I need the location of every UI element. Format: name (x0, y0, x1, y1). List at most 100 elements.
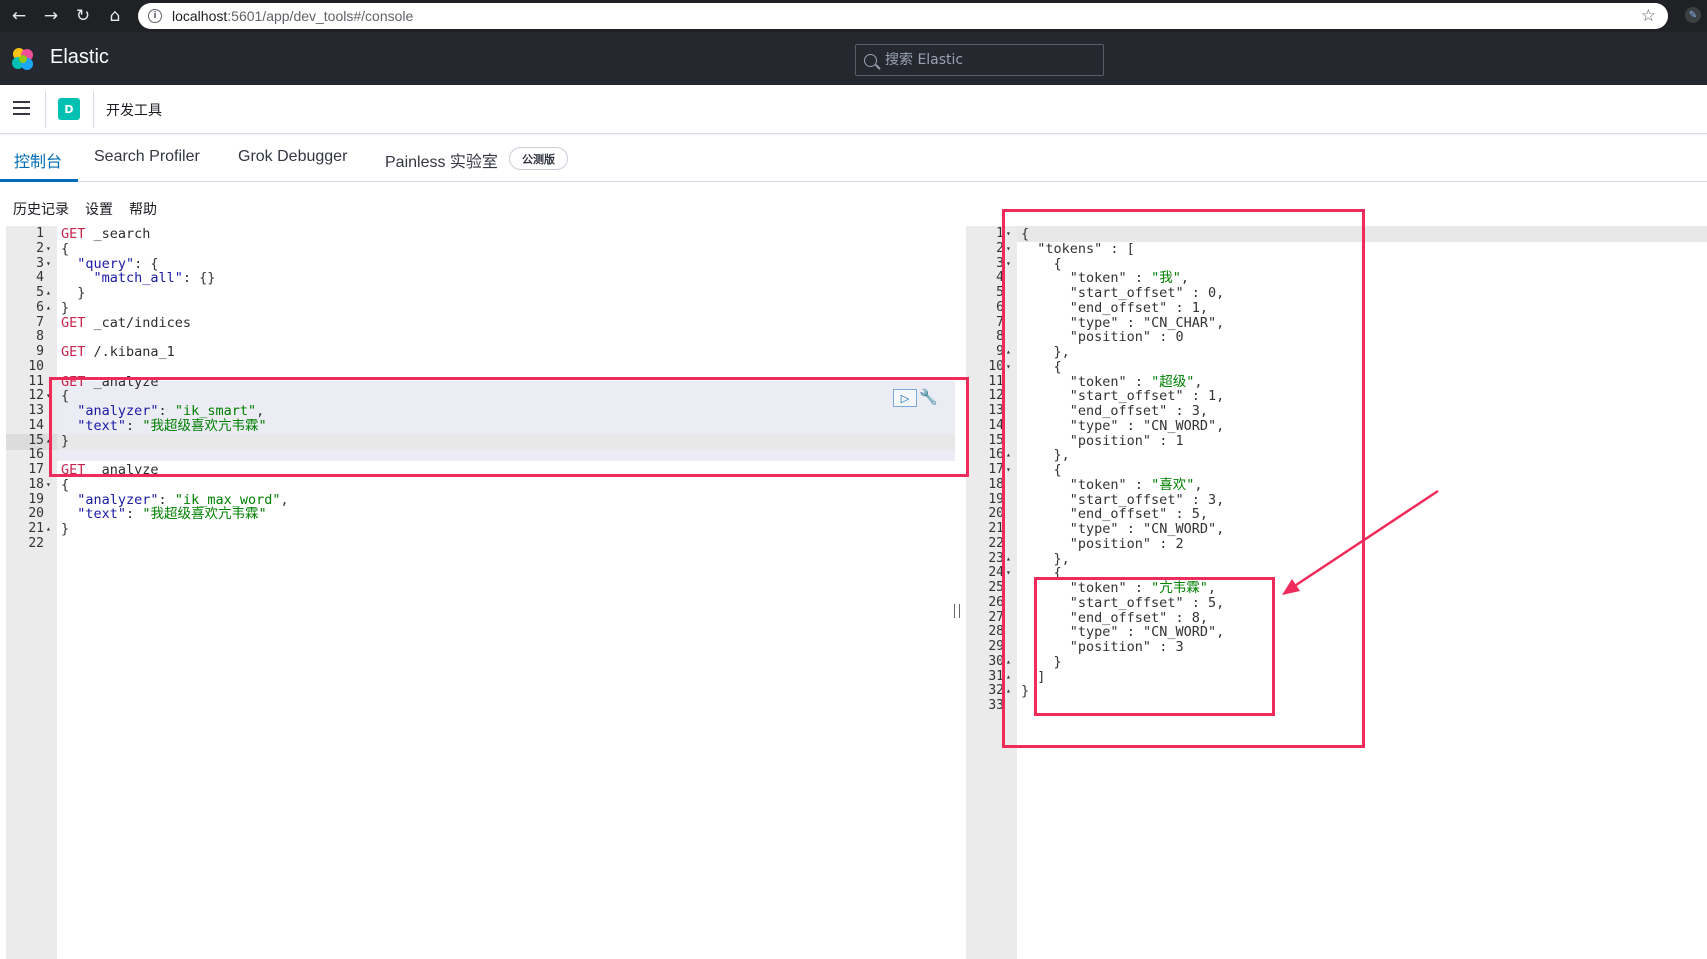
line-number: 15 (988, 432, 1004, 448)
line-number: 5 (36, 285, 44, 300)
line-number: 13 (28, 403, 44, 418)
code-line: } (61, 285, 85, 301)
code-token: : (126, 506, 143, 523)
tab-grok-debugger[interactable]: Grok Debugger (238, 148, 347, 166)
line-number: 10 (988, 358, 1004, 374)
code-token: : { (134, 255, 159, 272)
line-number: 22 (988, 535, 1004, 551)
extension-icon[interactable]: ✎ (1685, 7, 1701, 23)
fold-open-icon[interactable]: ▾ (46, 477, 51, 493)
menu-settings[interactable]: 设置 (85, 199, 113, 219)
url-host: localhost (172, 8, 228, 24)
space-avatar[interactable]: D (58, 98, 80, 120)
code-line: GET /.kibana_1 (61, 344, 175, 360)
kibana-header: Elastic (0, 32, 1707, 85)
line-number: 9 (36, 344, 44, 359)
search-input[interactable] (885, 52, 1085, 68)
code-token: _search (85, 226, 151, 242)
line-number: 2 (996, 240, 1004, 256)
fold-close-icon[interactable]: ▴ (46, 300, 51, 316)
elastic-logo-icon[interactable] (10, 46, 36, 72)
search-icon (864, 53, 877, 67)
code-line: GET _search (61, 226, 150, 242)
code-token: "query" (77, 255, 135, 272)
code-token: GET (61, 226, 86, 242)
annotation-box-request (49, 377, 969, 477)
menu-history[interactable]: 历史记录 (13, 199, 69, 219)
line-number: 4 (996, 270, 1004, 286)
line-number: 6 (36, 299, 44, 315)
line-number: 13 (988, 403, 1004, 418)
tab-bar: 控制台 Search Profiler Grok Debugger Painle… (0, 134, 1707, 182)
line-number: 28 (988, 624, 1004, 640)
code-token: } (61, 521, 70, 537)
code-line: "match_all": {} (61, 270, 216, 287)
line-number: 21 (28, 521, 44, 536)
code-line: "query": { (61, 255, 159, 272)
brand-title[interactable]: Elastic (50, 46, 109, 69)
line-number: 20 (988, 506, 1004, 522)
line-number: 32 (988, 683, 1004, 699)
fold-open-icon[interactable]: ▾ (46, 241, 51, 257)
line-number: 18 (988, 476, 1004, 492)
pane-resizer[interactable] (954, 604, 960, 618)
divider (45, 91, 46, 128)
code-token: } (61, 299, 70, 316)
code-token: { (61, 476, 70, 493)
line-number: 12 (988, 388, 1004, 404)
request-editor[interactable]: 1 GET _search 2 ▾{3 ▾ "query": {4 "match_all… (6, 226, 955, 959)
line-number: 4 (36, 270, 44, 286)
tab-search-profiler[interactable]: Search Profiler (94, 148, 200, 166)
line-number: 12 (28, 388, 44, 404)
tab-console[interactable]: 控制台 (14, 148, 62, 172)
star-icon[interactable]: ☆ (1641, 6, 1656, 26)
line-number: 6 (996, 299, 1004, 315)
code-token: { (61, 240, 70, 257)
code-line: { (61, 241, 69, 257)
reload-icon[interactable]: ↻ (70, 3, 96, 29)
line-number: 8 (996, 329, 1004, 345)
divider (93, 91, 94, 128)
console-menu: 历史记录 设置 帮助 (13, 199, 157, 219)
code-token: _cat/indices (85, 314, 192, 331)
home-icon[interactable]: ⌂ (102, 3, 128, 29)
breadcrumb-bar: D 开发工具 (0, 85, 1707, 134)
line-number: 21 (988, 521, 1004, 536)
forward-icon[interactable]: → (38, 3, 64, 29)
active-tab-indicator (0, 179, 78, 182)
global-search[interactable] (855, 44, 1104, 76)
menu-help[interactable]: 帮助 (129, 199, 157, 219)
line-number: 7 (36, 314, 44, 330)
code-token: "match_all" (93, 270, 183, 287)
url-path: :5601/app/dev_tools#/console (227, 8, 414, 24)
line-number: 11 (988, 373, 1004, 389)
code-token: GET (61, 314, 86, 331)
code-token: GET (61, 344, 86, 360)
fold-open-icon[interactable]: ▾ (46, 256, 51, 272)
page-title: 开发工具 (106, 103, 162, 119)
line-number: 24 (988, 565, 1004, 581)
line-number: 29 (988, 639, 1004, 654)
line-number: 3 (996, 255, 1004, 271)
back-icon[interactable]: ← (6, 3, 32, 29)
line-number: 11 (28, 373, 44, 389)
line-number: 33 (988, 698, 1004, 713)
menu-icon[interactable] (13, 101, 30, 115)
tab-painless-lab[interactable]: Painless 实验室 (385, 148, 498, 172)
info-icon[interactable]: i (148, 9, 162, 23)
line-number: 26 (988, 594, 1004, 610)
fold-close-icon[interactable]: ▴ (46, 285, 51, 301)
address-bar[interactable]: i localhost:5601/app/dev_tools#/console … (138, 3, 1668, 29)
line-number: 15 (28, 432, 44, 448)
line-number: 14 (988, 417, 1004, 433)
line-number: 18 (28, 476, 44, 492)
line-number: 20 (28, 506, 44, 522)
code-line: } (61, 300, 69, 316)
code-line: "text": "我超级喜欢亢韦霖" (61, 506, 266, 523)
line-number: 9 (996, 344, 1004, 359)
code-line: GET _cat/indices (61, 315, 191, 331)
fold-close-icon[interactable]: ▴ (46, 521, 51, 537)
code-line: { (61, 477, 69, 493)
line-number: 22 (28, 535, 44, 551)
